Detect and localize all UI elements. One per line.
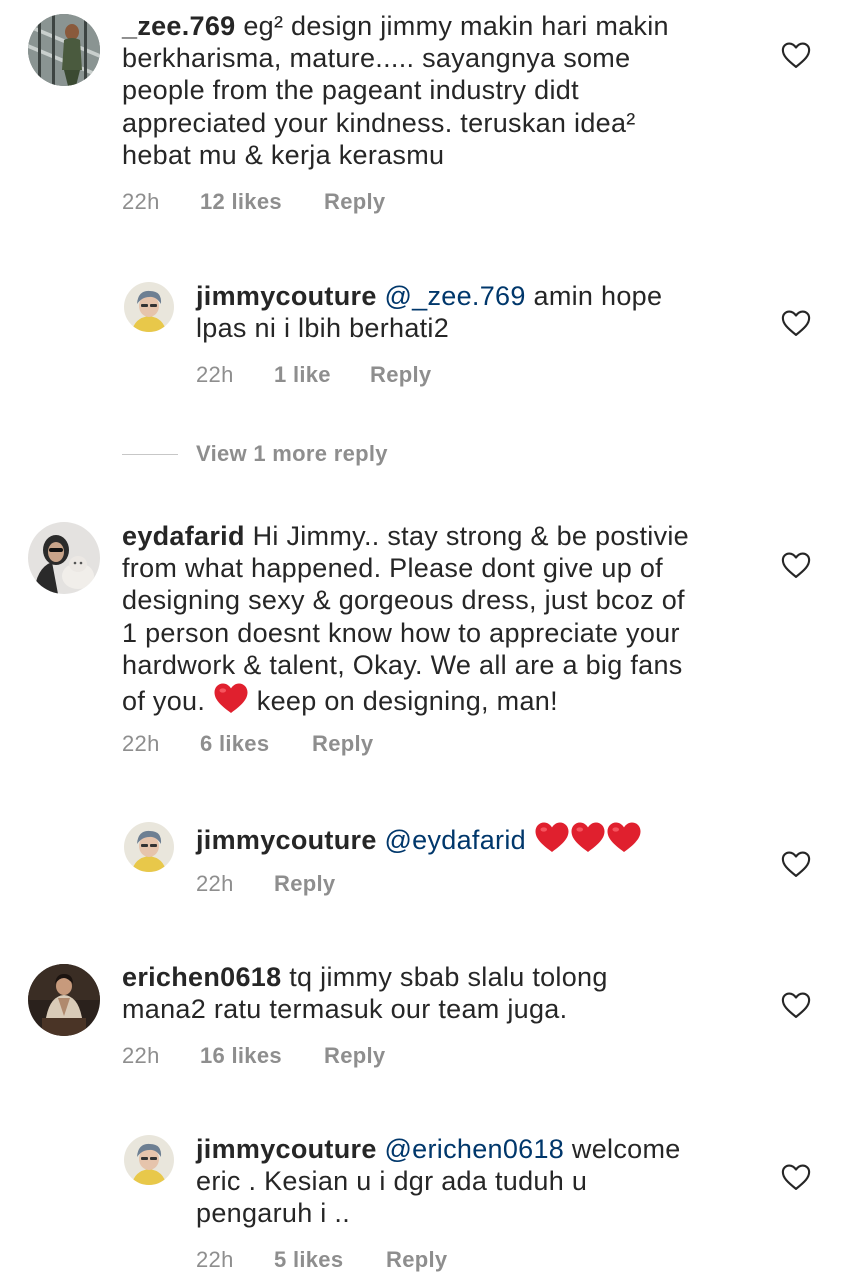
likes-count[interactable]: 12 likes [200,189,282,215]
avatar[interactable] [124,1135,174,1185]
heart-outline-icon[interactable] [781,850,811,878]
comment-timestamp: 22h [122,189,160,214]
comment-text: eydafarid Hi Jimmy.. stay strong & be po… [122,520,762,717]
comment-timestamp: 22h [122,1043,160,1068]
comments-thread: _zee.769 eg² design jimmy makin hari mak… [0,0,860,1280]
comment-line: of you. [122,686,206,717]
comment-line: berkharisma, mature..... sayangnya some [122,43,631,74]
red-heart-emoji [213,681,249,715]
comment-line: designing sexy & gorgeous dress, just bc… [122,585,685,616]
comment-line: Hi Jimmy.. stay strong & be postivie [252,521,689,551]
reply-button[interactable]: Reply [324,189,385,215]
heart-outline-icon[interactable] [781,551,811,579]
comment-username[interactable]: _zee.769 [122,11,236,41]
heart-outline-icon[interactable] [781,309,811,337]
comment-username[interactable]: jimmycouture [196,281,377,311]
comment-username[interactable]: eydafarid [122,521,245,551]
comment-username[interactable]: erichen0618 [122,962,281,992]
mention-link[interactable]: @eydafarid [384,825,525,855]
avatar[interactable] [124,822,174,872]
comment-timestamp: 22h [196,871,234,896]
comment-line: lpas ni i lbih berhati2 [196,313,450,344]
mention-link[interactable]: @erichen0618 [384,1134,564,1164]
comment-line: eg² design jimmy makin hari makin [243,11,669,41]
comment-line: 1 person doesnt know how to appreciate y… [122,617,680,648]
avatar[interactable] [28,522,100,594]
red-heart-emoji [534,820,570,854]
comment-line: people from the pageant industry didt [122,75,579,106]
comment-timestamp: 22h [196,1247,234,1272]
view-more-replies[interactable]: View 1 more reply [122,441,522,469]
heart-outline-icon[interactable] [781,1163,811,1191]
comment-line: hardwork & talent, Okay. We all are a bi… [122,649,683,680]
comment-line: from what happened. Please dont give up … [122,553,663,584]
comment-line: mana2 ratu termasuk our team juga. [122,994,568,1025]
reply-button[interactable]: Reply [370,362,431,388]
comment-text: jimmycouture @eydafarid [196,820,762,856]
comment-line: welcome [571,1134,681,1164]
comment-timestamp: 22h [196,362,234,387]
comment-line: tq jimmy sbab slalu tolong [289,962,608,992]
likes-count[interactable]: 5 likes [274,1247,343,1273]
comment-line: appreciated your kindness. teruskan idea… [122,107,636,138]
comment-text: _zee.769 eg² design jimmy makin hari mak… [122,10,762,171]
likes-count[interactable]: 16 likes [200,1043,282,1069]
reply-button[interactable]: Reply [312,731,373,757]
comment-text: jimmycouture @_zee.769 amin hope lpas ni… [196,280,762,344]
divider [122,454,178,455]
comment-line: eric . Kesian u i dgr ada tuduh u [196,1166,588,1197]
view-more-label[interactable]: View 1 more reply [196,441,388,467]
mention-link[interactable]: @_zee.769 [384,281,525,311]
avatar[interactable] [28,14,100,86]
comment-username[interactable]: jimmycouture [196,825,377,855]
likes-count[interactable]: 6 likes [200,731,269,757]
comment-text: jimmycouture @erichen0618 welcome eric .… [196,1133,762,1230]
reply-button[interactable]: Reply [386,1247,447,1273]
comment-line: amin hope [533,281,663,311]
avatar[interactable] [124,282,174,332]
red-heart-emoji [606,820,642,854]
comment-line: hebat mu & kerja kerasmu [122,139,445,170]
comment-text: erichen0618 tq jimmy sbab slalu tolong m… [122,961,762,1025]
reply-button[interactable]: Reply [324,1043,385,1069]
comment-line: pengaruh i .. [196,1198,351,1229]
heart-outline-icon[interactable] [781,991,811,1019]
avatar[interactable] [28,964,100,1036]
comment-timestamp: 22h [122,731,160,756]
likes-count[interactable]: 1 like [274,362,331,388]
heart-outline-icon[interactable] [781,41,811,69]
reply-button[interactable]: Reply [274,871,335,897]
comment-line: keep on designing, man! [256,686,558,717]
comment-username[interactable]: jimmycouture [196,1134,377,1164]
red-heart-emoji [570,820,606,854]
